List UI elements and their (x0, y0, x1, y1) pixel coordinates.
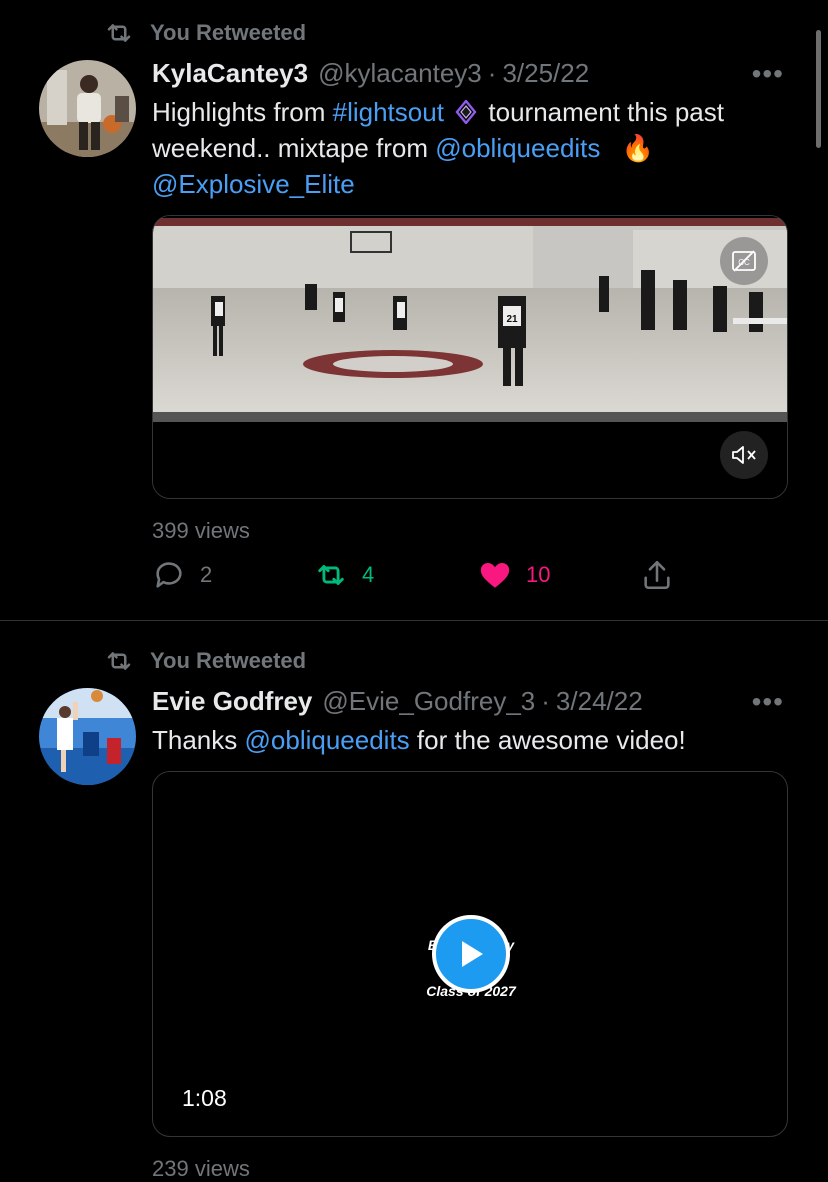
hashtag-link[interactable]: #lightsout (333, 97, 444, 127)
video-player[interactable]: 21 CC (152, 215, 788, 499)
retweet-button[interactable]: 4 (314, 558, 374, 592)
video-frame: 21 (153, 216, 787, 498)
more-options-icon[interactable]: ••• (752, 58, 784, 90)
share-button[interactable] (640, 558, 674, 592)
tweet-text: Highlights from #lightsout tournament th… (152, 94, 802, 202)
action-bar: 2 4 10 (152, 558, 792, 598)
avatar[interactable] (39, 60, 136, 157)
like-button[interactable]: 10 (478, 558, 550, 592)
avatar[interactable] (39, 688, 136, 785)
text-segment: Thanks (152, 725, 245, 755)
text-segment: for the awesome video! (409, 725, 686, 755)
fire-emoji-icon: 🔥 (621, 133, 655, 163)
text-segment: Highlights from (152, 97, 333, 127)
tweet-text: Thanks @obliqueedits for the awesome vid… (152, 722, 802, 758)
retweet-icon (107, 24, 131, 42)
share-icon (644, 560, 670, 590)
user-handle[interactable]: @Evie_Godfrey_3 (322, 686, 535, 717)
closed-captions-icon: CC (732, 250, 756, 272)
tweet-date[interactable]: 3/25/22 (502, 58, 589, 89)
reply-count: 2 (200, 562, 213, 587)
play-icon (462, 941, 483, 967)
mention-link[interactable]: @Explosive_Elite (152, 169, 355, 199)
retweet-label: You Retweeted (150, 648, 307, 673)
reply-icon (156, 562, 182, 588)
jersey-number: 21 (506, 314, 518, 325)
separator: · (487, 58, 497, 88)
retweet-icon (318, 565, 344, 585)
display-name[interactable]: KylaCantey3 (152, 58, 308, 89)
tweet-date[interactable]: 3/24/22 (556, 686, 643, 717)
tweet-header: KylaCantey3 @kylacantey3 · 3/25/22 (152, 58, 589, 89)
separator: · (541, 686, 550, 716)
mute-button[interactable] (720, 431, 768, 479)
captions-button[interactable]: CC (720, 237, 768, 285)
retweet-indicator: You Retweeted (102, 18, 306, 48)
tweet-header: Evie Godfrey @Evie_Godfrey_3 · 3/24/22 (152, 686, 643, 717)
view-count: 239 views (152, 1156, 250, 1181)
heart-icon (480, 562, 510, 588)
retweet-count: 4 (362, 562, 375, 587)
view-count: 399 views (152, 518, 250, 543)
like-count: 10 (526, 562, 551, 587)
tweet-evie-godfrey[interactable]: You Retweeted Evie Godfrey @Evie_Godfrey… (0, 621, 828, 1182)
user-handle[interactable]: @kylacantey3 (318, 58, 482, 89)
video-player[interactable]: Evie Godfrey Class of 2027 1:08 (152, 771, 788, 1137)
mention-link[interactable]: @obliqueedits (435, 133, 600, 163)
play-button[interactable] (432, 915, 510, 993)
tweet-kylacantey3[interactable]: You Retweeted KylaCantey3 @kylacantey3 ·… (0, 0, 828, 621)
muted-speaker-icon (732, 446, 756, 464)
retweet-indicator: You Retweeted (102, 646, 306, 676)
video-duration: 1:08 (182, 1085, 227, 1111)
retweet-icon (107, 652, 131, 670)
retweet-label: You Retweeted (150, 20, 307, 45)
reply-button[interactable]: 2 (152, 558, 212, 592)
more-options-icon[interactable]: ••• (752, 686, 784, 718)
hashtag-emoji-icon (455, 99, 477, 125)
mention-link[interactable]: @obliqueedits (245, 725, 410, 755)
display-name[interactable]: Evie Godfrey (152, 686, 312, 717)
